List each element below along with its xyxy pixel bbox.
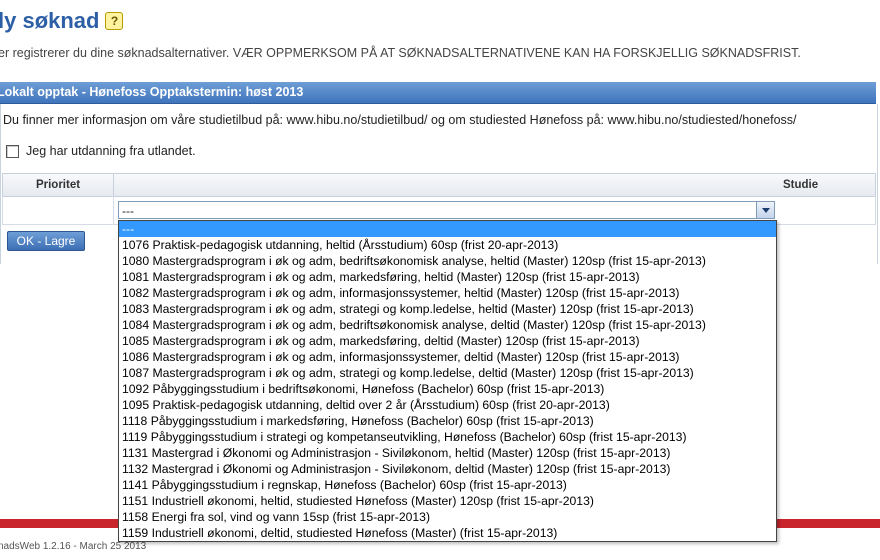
page-title: ly søknad ? [0,8,124,34]
info-text: Du finner mer informasjon om våre studie… [3,113,797,127]
help-icon[interactable]: ? [105,12,124,30]
intro-text: er registrerer du dine søknadsalternativ… [0,46,801,60]
study-dropdown-list[interactable]: --- 1076 Praktisk-pedagogisk utdanning, h… [118,220,777,542]
ok-save-button[interactable]: OK - Lagre [7,231,85,251]
dropdown-option[interactable]: 1082 Mastergradsprogram i øk og adm, inf… [119,285,776,301]
dropdown-option[interactable]: 1095 Praktisk-pedagogisk utdanning, delt… [119,397,776,413]
dropdown-option[interactable]: 1092 Påbyggingsstudium i bedriftsøkonomi… [119,381,776,397]
dropdown-option[interactable]: 1151 Industriell økonomi, heltid, studie… [119,493,776,509]
dropdown-option[interactable]: 1158 Energi fra sol, vind og vann 15sp (… [119,509,776,525]
panel-header-text: Lokalt opptak - Hønefoss Opptakstermin: … [0,85,304,99]
abroad-education-checkbox[interactable] [6,144,19,158]
priority-cell [3,196,114,224]
dropdown-option[interactable]: 1080 Mastergradsprogram i øk og adm, bed… [119,253,776,269]
dropdown-option[interactable]: --- [119,221,776,237]
column-header-study: Studie [783,179,819,191]
dropdown-option[interactable]: 1131 Mastergrad i Økonomi og Administras… [119,445,776,461]
dropdown-option[interactable]: 1141 Påbyggingsstudium i regnskap, Hønef… [119,477,776,493]
dropdown-option[interactable]: 1085 Mastergradsprogram i øk og adm, mar… [119,333,776,349]
abroad-education-row: Jeg har utdanning fra utlandet. [6,144,196,158]
dropdown-option[interactable]: 1086 Mastergradsprogram i øk og adm, inf… [119,349,776,365]
dropdown-option[interactable]: 1132 Mastergrad i Økonomi og Administras… [119,461,776,477]
study-select-value: --- [122,204,134,218]
dropdown-option[interactable]: 1081 Mastergradsprogram i øk og adm, mar… [119,269,776,285]
chevron-down-icon[interactable] [756,202,774,218]
dropdown-option[interactable]: 1159 Industriell økonomi, deltid, studie… [119,525,776,541]
panel-header: Lokalt opptak - Hønefoss Opptakstermin: … [0,82,876,104]
dropdown-option[interactable]: 1083 Mastergradsprogram i øk og adm, str… [119,301,776,317]
study-select[interactable]: --- [118,201,775,219]
abroad-education-label[interactable]: Jeg har utdanning fra utlandet. [26,144,196,158]
dropdown-option[interactable]: 1087 Mastergradsprogram i øk og adm, str… [119,365,776,381]
dropdown-option[interactable]: 1076 Praktisk-pedagogisk utdanning, helt… [119,237,776,253]
column-header-priority: Prioritet [3,174,114,196]
footer-version: nadsWeb 1.2.16 - March 25 2013 [0,541,147,552]
page-title-text: ly søknad [0,8,100,33]
dropdown-option[interactable]: 1084 Mastergradsprogram i øk og adm, bed… [119,317,776,333]
dropdown-option[interactable]: 1118 Påbyggingsstudium i markedsføring, … [119,413,776,429]
study-table-header: Prioritet Studie [2,173,876,197]
dropdown-option[interactable]: 1119 Påbyggingsstudium i strategi og kom… [119,429,776,445]
